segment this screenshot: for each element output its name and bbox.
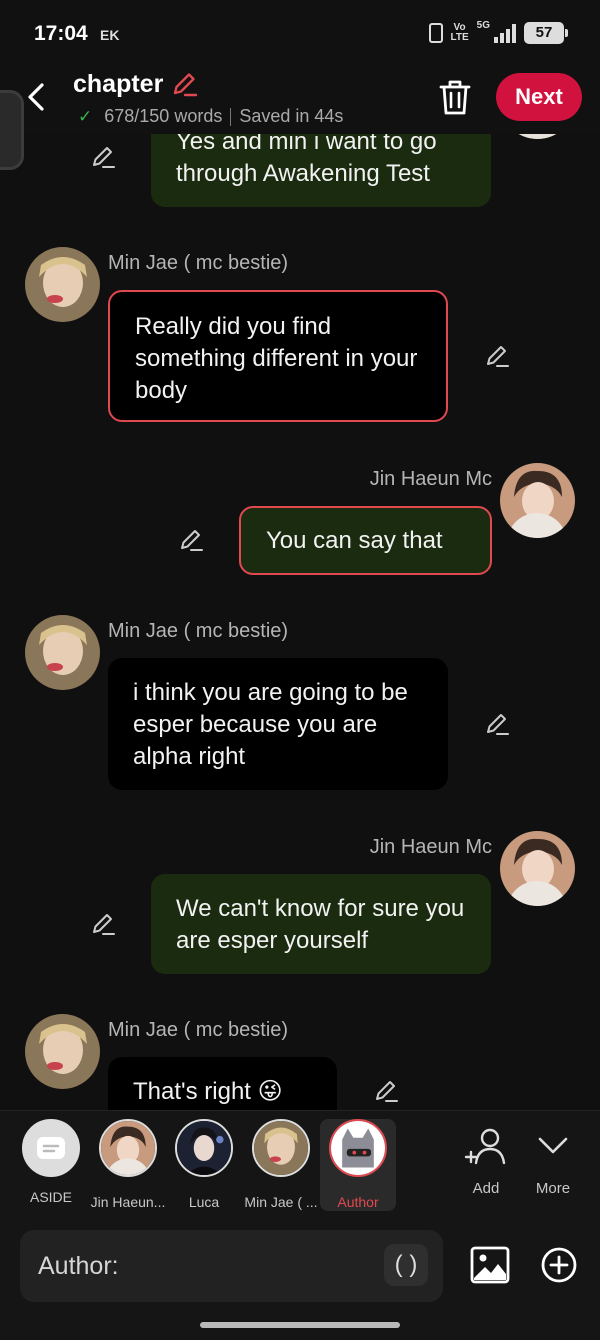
editor-header: chapter ✓ 678/150 words Saved in 44s Nex… <box>0 64 600 170</box>
chevron-down-icon <box>538 1137 568 1154</box>
character-label: ASIDE <box>29 1189 72 1205</box>
character-bar: ASIDE Jin Haeun... Luca Min Jae ( ... Au… <box>0 1110 600 1218</box>
luca-avatar <box>175 1119 233 1177</box>
edit-message-icon[interactable] <box>90 144 116 170</box>
character-label: Luca <box>188 1194 220 1210</box>
status-bar: 17:04 EK Vo LTE 5G 57 <box>0 0 600 64</box>
sender-name: Min Jae ( mc bestie) <box>108 620 289 642</box>
min-jae-avatar[interactable] <box>25 615 100 690</box>
add-label: Add <box>472 1180 500 1197</box>
edit-message-icon[interactable] <box>484 711 510 737</box>
min-jae-avatar[interactable] <box>25 247 100 322</box>
edit-message-icon[interactable] <box>484 343 510 369</box>
message-bubble[interactable]: You can say that <box>239 506 492 575</box>
message-bubble[interactable]: That's right 😜 <box>108 1057 337 1110</box>
message-bubble[interactable]: Yes and min i want to go through Awakeni… <box>151 134 491 207</box>
aside-icon <box>22 1119 80 1177</box>
jin-haeun-avatar[interactable] <box>500 463 575 538</box>
author-avatar <box>329 1119 387 1177</box>
message-bubble[interactable]: Really did you find something different … <box>108 290 448 422</box>
more-label: More <box>535 1180 571 1197</box>
jin-haeun-avatar[interactable] <box>500 134 575 139</box>
character-label: Jin Haeun... <box>90 1194 166 1210</box>
sender-name: Min Jae ( mc bestie) <box>108 252 289 274</box>
saved-status: Saved in 44s <box>239 106 344 126</box>
word-count: 678/150 words <box>104 106 223 126</box>
status-carrier: EK <box>100 27 120 43</box>
character-min-jae[interactable]: Min Jae ( ... <box>243 1119 319 1210</box>
signal-icon <box>494 23 516 43</box>
message-bubble[interactable]: i think you are going to be esper becaus… <box>108 658 448 790</box>
input-speaker-label: Author: <box>38 1252 119 1280</box>
character-aside[interactable]: ASIDE <box>13 1119 89 1205</box>
battery-icon: 57 <box>524 22 568 44</box>
character-luca[interactable]: Luca <box>166 1119 242 1210</box>
trash-icon[interactable] <box>438 78 472 116</box>
saved-check-icon: ✓ <box>78 106 93 126</box>
edit-message-icon[interactable] <box>178 527 204 553</box>
add-person-icon <box>464 1128 506 1165</box>
home-indicator[interactable] <box>200 1322 400 1328</box>
edit-message-icon[interactable] <box>90 911 116 937</box>
character-jin-haeun[interactable]: Jin Haeun... <box>90 1119 166 1210</box>
chapter-title[interactable]: chapter <box>73 70 163 99</box>
volte-indicator: Vo LTE <box>450 22 469 43</box>
sender-name: Jin Haeun Mc <box>369 468 492 490</box>
message-bubble[interactable]: We can't know for sure you are esper you… <box>151 874 491 974</box>
jin-haeun-avatar[interactable] <box>500 831 575 906</box>
character-label: Author <box>337 1194 379 1210</box>
meta-divider <box>230 107 232 126</box>
status-time: 17:04 <box>34 22 88 45</box>
vibrate-icon <box>428 23 443 43</box>
input-bar: Author: ( ) <box>0 1218 600 1340</box>
network-type: 5G <box>476 20 490 31</box>
jin-haeun-avatar <box>99 1119 157 1203</box>
min-jae-avatar <box>252 1119 310 1177</box>
edit-message-icon[interactable] <box>373 1078 399 1104</box>
sender-name: Jin Haeun Mc <box>369 836 492 858</box>
image-icon[interactable] <box>470 1246 510 1284</box>
sender-name: Min Jae ( mc bestie) <box>108 1019 289 1041</box>
chat-area[interactable]: Yes and min i want to go through Awakeni… <box>0 134 600 1110</box>
status-icons: Vo LTE 5G 57 <box>428 20 568 46</box>
more-button[interactable]: More <box>523 1127 583 1197</box>
back-arrow-icon[interactable] <box>22 80 50 114</box>
character-label: Min Jae ( ... <box>244 1194 318 1210</box>
next-button[interactable]: Next <box>496 73 582 121</box>
add-character-button[interactable]: Add <box>456 1127 516 1197</box>
chapter-meta: ✓ 678/150 words Saved in 44s <box>78 106 343 127</box>
character-author[interactable]: Author <box>320 1119 396 1211</box>
parentheses-button[interactable]: ( ) <box>384 1244 428 1286</box>
add-circle-icon[interactable] <box>540 1246 578 1284</box>
min-jae-avatar[interactable] <box>25 1014 100 1089</box>
floating-handle[interactable] <box>0 90 24 170</box>
message-input[interactable]: Author: ( ) <box>20 1230 443 1302</box>
edit-title-icon[interactable] <box>170 70 198 98</box>
